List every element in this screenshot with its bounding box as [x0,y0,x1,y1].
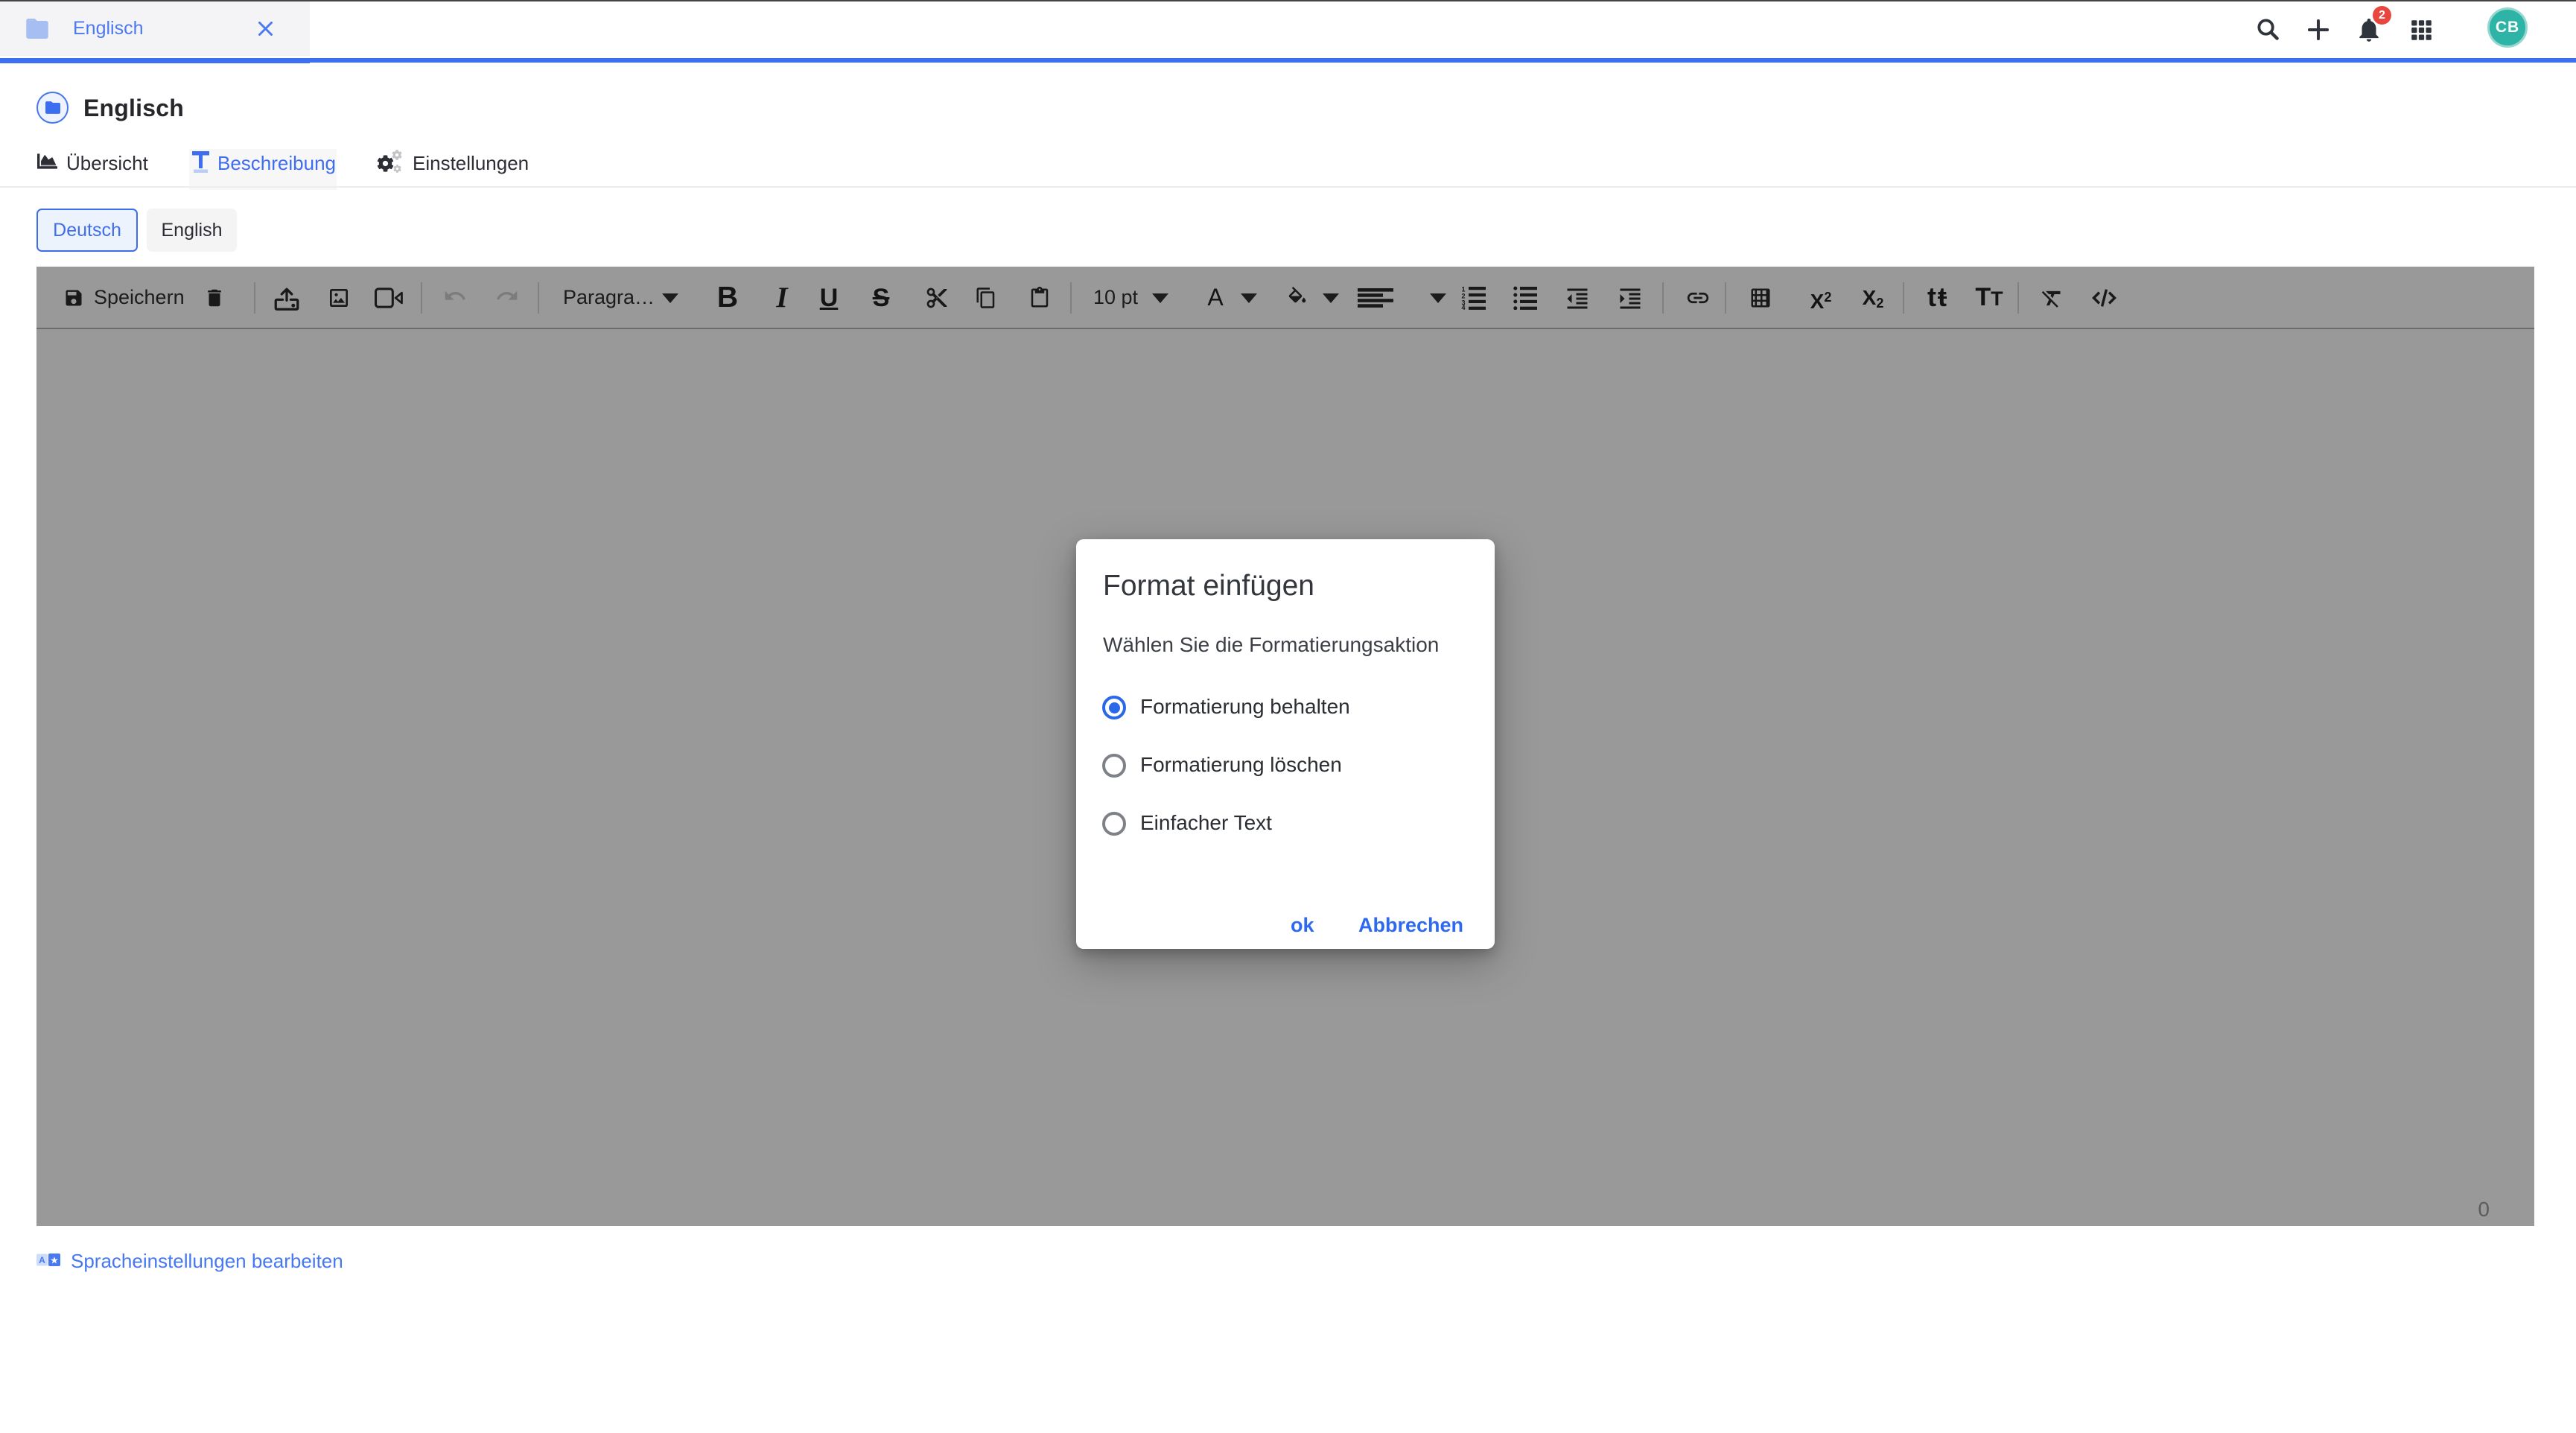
svg-text:★: ★ [50,1255,59,1266]
svg-text:A: A [39,1255,45,1265]
